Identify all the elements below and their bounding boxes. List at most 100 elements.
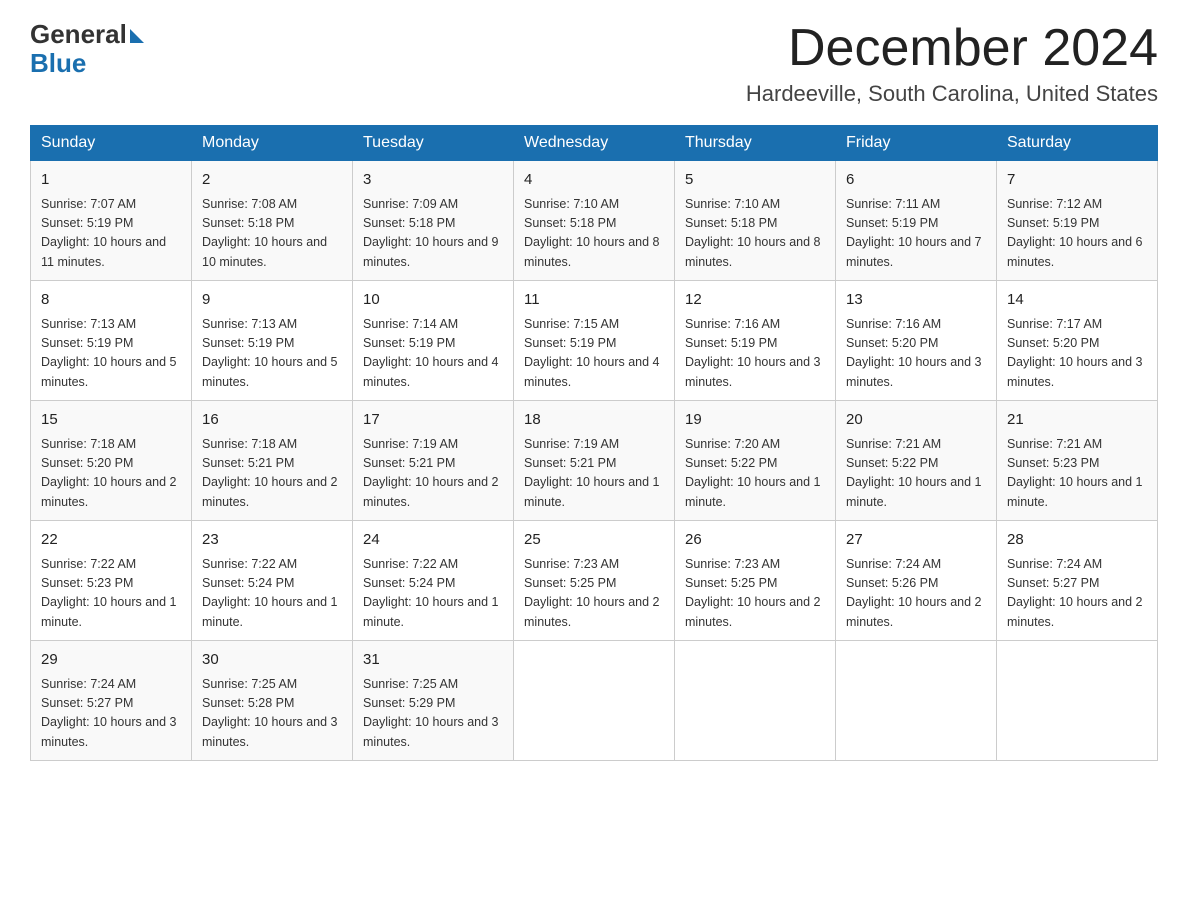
calendar-day-cell: 31Sunrise: 7:25 AMSunset: 5:29 PMDayligh… (353, 641, 514, 761)
logo: General Blue (30, 20, 144, 77)
calendar-day-cell: 7 Sunrise: 7:12 AMSunset: 5:19 PMDaylight… (997, 161, 1158, 281)
day-of-week-header: Monday (192, 126, 353, 161)
calendar-day-cell: 29Sunrise: 7:24 AMSunset: 5:27 PMDayligh… (31, 641, 192, 761)
day-detail: Sunrise: 7:19 AMSunset: 5:21 PMDaylight:… (363, 435, 503, 513)
day-number: 22 (41, 529, 181, 552)
calendar-day-cell: 10 Sunrise: 7:14 AMSunset: 5:19 PMDayligh… (353, 281, 514, 401)
day-of-week-header: Tuesday (353, 126, 514, 161)
calendar-day-cell: 17Sunrise: 7:19 AMSunset: 5:21 PMDayligh… (353, 401, 514, 521)
month-title: December 2024 (746, 20, 1158, 77)
calendar-day-cell: 20 Sunrise: 7:21 AMSunset: 5:22 PMDayligh… (836, 401, 997, 521)
calendar-day-cell: 30Sunrise: 7:25 AMSunset: 5:28 PMDayligh… (192, 641, 353, 761)
calendar-day-cell: 2 Sunrise: 7:08 AMSunset: 5:18 PMDaylight… (192, 161, 353, 281)
day-detail: Sunrise: 7:24 AMSunset: 5:27 PMDaylight:… (1007, 555, 1147, 633)
day-detail: Sunrise: 7:18 AMSunset: 5:20 PMDaylight:… (41, 435, 181, 513)
day-number: 7 (1007, 169, 1147, 192)
calendar-week-row: 29Sunrise: 7:24 AMSunset: 5:27 PMDayligh… (31, 641, 1158, 761)
day-number: 9 (202, 289, 342, 312)
day-number: 13 (846, 289, 986, 312)
day-number: 19 (685, 409, 825, 432)
calendar-day-cell: 22 Sunrise: 7:22 AMSunset: 5:23 PMDayligh… (31, 521, 192, 641)
day-detail: Sunrise: 7:24 AMSunset: 5:27 PMDaylight:… (41, 675, 181, 753)
calendar-day-cell (997, 641, 1158, 761)
day-number: 14 (1007, 289, 1147, 312)
calendar-day-cell: 25Sunrise: 7:23 AMSunset: 5:25 PMDayligh… (514, 521, 675, 641)
day-detail: Sunrise: 7:24 AMSunset: 5:26 PMDaylight:… (846, 555, 986, 633)
calendar-header-row: SundayMondayTuesdayWednesdayThursdayFrid… (31, 126, 1158, 161)
calendar-day-cell: 24 Sunrise: 7:22 AMSunset: 5:24 PMDayligh… (353, 521, 514, 641)
day-number: 31 (363, 649, 503, 672)
calendar-week-row: 8 Sunrise: 7:13 AMSunset: 5:19 PMDaylight… (31, 281, 1158, 401)
calendar-day-cell: 21Sunrise: 7:21 AMSunset: 5:23 PMDayligh… (997, 401, 1158, 521)
calendar-day-cell (514, 641, 675, 761)
calendar-day-cell: 15 Sunrise: 7:18 AMSunset: 5:20 PMDayligh… (31, 401, 192, 521)
calendar-day-cell: 8 Sunrise: 7:13 AMSunset: 5:19 PMDaylight… (31, 281, 192, 401)
calendar-day-cell: 9 Sunrise: 7:13 AMSunset: 5:19 PMDaylight… (192, 281, 353, 401)
day-of-week-header: Wednesday (514, 126, 675, 161)
day-number: 12 (685, 289, 825, 312)
day-number: 15 (41, 409, 181, 432)
day-number: 5 (685, 169, 825, 192)
day-detail: Sunrise: 7:19 AMSunset: 5:21 PMDaylight:… (524, 435, 664, 513)
calendar-day-cell: 1 Sunrise: 7:07 AMSunset: 5:19 PMDaylight… (31, 161, 192, 281)
calendar-day-cell: 26 Sunrise: 7:23 AMSunset: 5:25 PMDayligh… (675, 521, 836, 641)
day-number: 24 (363, 529, 503, 552)
day-detail: Sunrise: 7:16 AMSunset: 5:19 PMDaylight:… (685, 315, 825, 393)
day-number: 23 (202, 529, 342, 552)
calendar-day-cell (836, 641, 997, 761)
day-number: 10 (363, 289, 503, 312)
day-detail: Sunrise: 7:12 AMSunset: 5:19 PMDaylight:… (1007, 195, 1147, 273)
calendar-day-cell: 16 Sunrise: 7:18 AMSunset: 5:21 PMDayligh… (192, 401, 353, 521)
day-detail: Sunrise: 7:21 AMSunset: 5:22 PMDaylight:… (846, 435, 986, 513)
day-detail: Sunrise: 7:17 AMSunset: 5:20 PMDaylight:… (1007, 315, 1147, 393)
day-detail: Sunrise: 7:10 AMSunset: 5:18 PMDaylight:… (524, 195, 664, 273)
day-number: 30 (202, 649, 342, 672)
calendar-week-row: 15 Sunrise: 7:18 AMSunset: 5:20 PMDayligh… (31, 401, 1158, 521)
calendar-week-row: 1 Sunrise: 7:07 AMSunset: 5:19 PMDaylight… (31, 161, 1158, 281)
day-detail: Sunrise: 7:20 AMSunset: 5:22 PMDaylight:… (685, 435, 825, 513)
page-header: General Blue December 2024 Hardeeville, … (30, 20, 1158, 107)
day-number: 18 (524, 409, 664, 432)
day-number: 11 (524, 289, 664, 312)
day-detail: Sunrise: 7:22 AMSunset: 5:24 PMDaylight:… (202, 555, 342, 633)
day-number: 20 (846, 409, 986, 432)
calendar-day-cell: 12 Sunrise: 7:16 AMSunset: 5:19 PMDayligh… (675, 281, 836, 401)
day-detail: Sunrise: 7:13 AMSunset: 5:19 PMDaylight:… (202, 315, 342, 393)
calendar-day-cell: 6Sunrise: 7:11 AMSunset: 5:19 PMDaylight… (836, 161, 997, 281)
day-detail: Sunrise: 7:13 AMSunset: 5:19 PMDaylight:… (41, 315, 181, 393)
calendar-table: SundayMondayTuesdayWednesdayThursdayFrid… (30, 125, 1158, 761)
calendar-day-cell: 18 Sunrise: 7:19 AMSunset: 5:21 PMDayligh… (514, 401, 675, 521)
day-detail: Sunrise: 7:15 AMSunset: 5:19 PMDaylight:… (524, 315, 664, 393)
calendar-day-cell: 4 Sunrise: 7:10 AMSunset: 5:18 PMDaylight… (514, 161, 675, 281)
title-block: December 2024 Hardeeville, South Carolin… (746, 20, 1158, 107)
day-number: 28 (1007, 529, 1147, 552)
day-detail: Sunrise: 7:08 AMSunset: 5:18 PMDaylight:… (202, 195, 342, 273)
calendar-day-cell: 14 Sunrise: 7:17 AMSunset: 5:20 PMDayligh… (997, 281, 1158, 401)
calendar-day-cell: 28 Sunrise: 7:24 AMSunset: 5:27 PMDayligh… (997, 521, 1158, 641)
day-of-week-header: Sunday (31, 126, 192, 161)
day-detail: Sunrise: 7:21 AMSunset: 5:23 PMDaylight:… (1007, 435, 1147, 513)
day-detail: Sunrise: 7:11 AMSunset: 5:19 PMDaylight:… (846, 195, 986, 273)
calendar-day-cell: 5 Sunrise: 7:10 AMSunset: 5:18 PMDaylight… (675, 161, 836, 281)
day-detail: Sunrise: 7:22 AMSunset: 5:23 PMDaylight:… (41, 555, 181, 633)
day-number: 16 (202, 409, 342, 432)
day-detail: Sunrise: 7:23 AMSunset: 5:25 PMDaylight:… (685, 555, 825, 633)
calendar-week-row: 22 Sunrise: 7:22 AMSunset: 5:23 PMDayligh… (31, 521, 1158, 641)
day-number: 2 (202, 169, 342, 192)
day-number: 8 (41, 289, 181, 312)
day-detail: Sunrise: 7:14 AMSunset: 5:19 PMDaylight:… (363, 315, 503, 393)
day-number: 25 (524, 529, 664, 552)
day-number: 1 (41, 169, 181, 192)
logo-triangle-icon (130, 29, 144, 43)
day-of-week-header: Thursday (675, 126, 836, 161)
day-detail: Sunrise: 7:07 AMSunset: 5:19 PMDaylight:… (41, 195, 181, 273)
day-number: 26 (685, 529, 825, 552)
calendar-day-cell: 3Sunrise: 7:09 AMSunset: 5:18 PMDaylight… (353, 161, 514, 281)
calendar-day-cell: 19 Sunrise: 7:20 AMSunset: 5:22 PMDayligh… (675, 401, 836, 521)
day-number: 4 (524, 169, 664, 192)
day-detail: Sunrise: 7:18 AMSunset: 5:21 PMDaylight:… (202, 435, 342, 513)
day-of-week-header: Saturday (997, 126, 1158, 161)
day-detail: Sunrise: 7:10 AMSunset: 5:18 PMDaylight:… (685, 195, 825, 273)
day-detail: Sunrise: 7:16 AMSunset: 5:20 PMDaylight:… (846, 315, 986, 393)
day-detail: Sunrise: 7:22 AMSunset: 5:24 PMDaylight:… (363, 555, 503, 633)
